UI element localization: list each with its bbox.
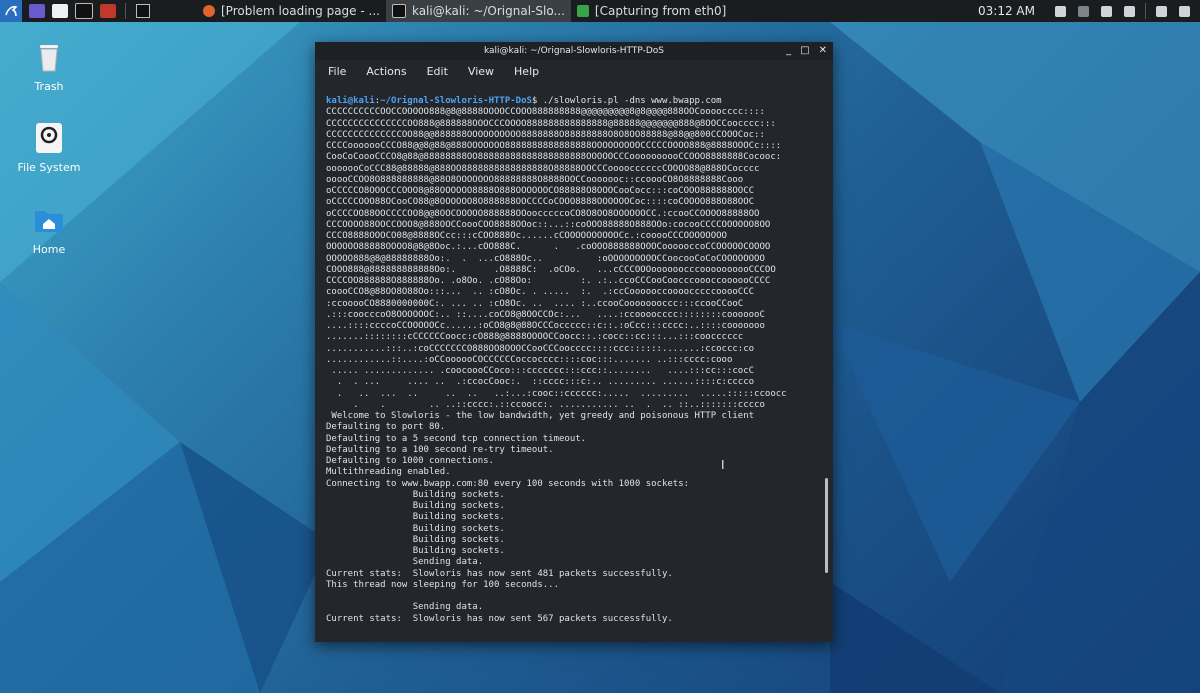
volume-icon[interactable] (1078, 5, 1089, 17)
desktop-icon-file-system[interactable]: File System (9, 121, 89, 174)
firefox-icon (203, 5, 215, 17)
close-icon[interactable]: ✕ (819, 42, 827, 60)
terminal-icon (391, 4, 406, 18)
window-title: kali@kali: ~/Orignal-Slowloris-HTTP-DoS (483, 46, 665, 56)
text-cursor-icon: I (721, 458, 725, 472)
terminal-window[interactable]: kali@kali: ~/Orignal-Slowloris-HTTP-DoS … (315, 42, 833, 642)
trash-icon (32, 40, 66, 74)
ascii-banner: CCCCCCCCCCOOCCOOOOO888@8@8888OOOOCCOOO88… (326, 107, 787, 410)
home-folder-icon (32, 203, 66, 237)
maximize-icon[interactable]: □ (800, 42, 809, 60)
kali-menu-icon[interactable] (0, 0, 22, 22)
terminal-output[interactable]: kali@kali:~/Orignal-Slowloris-HTTP-DoS$ … (315, 94, 823, 634)
lock-icon[interactable] (1156, 5, 1167, 17)
desktop-icon-label: File System (17, 161, 81, 174)
menu-actions[interactable]: Actions (366, 65, 406, 78)
command-text: ./slowloris.pl -dns www.bwapp.com (542, 96, 722, 106)
menu-bar: File Actions Edit View Help (315, 60, 833, 82)
panel-separator (125, 3, 126, 19)
desktop-icon-home[interactable]: Home (9, 203, 89, 256)
wireshark-icon (576, 5, 589, 17)
prompt-user: kali@kali (326, 96, 375, 106)
prompt-path: ~/Orignal-Slowloris-HTTP-DoS (380, 96, 532, 106)
display-icon[interactable] (1055, 5, 1066, 17)
taskbar-item-label: [Capturing from eth0] (594, 4, 727, 18)
menu-file[interactable]: File (328, 65, 346, 78)
clock[interactable]: 03:12 AM (978, 4, 1035, 18)
browser-launcher-icon[interactable] (100, 4, 116, 18)
top-panel: [Problem loading page - ... kali@kali: ~… (0, 0, 1200, 22)
hard-drive-icon (32, 121, 66, 155)
window-controls: _ □ ✕ (777, 42, 827, 60)
power-icon[interactable] (1179, 5, 1190, 17)
desktop-icon-trash[interactable]: Trash (9, 40, 89, 93)
menu-edit[interactable]: Edit (427, 65, 448, 78)
taskbar-item-label: [Problem loading page - ... (221, 4, 380, 18)
system-tray: 03:12 AM (978, 0, 1200, 22)
terminal-icon (136, 4, 150, 18)
menu-view[interactable]: View (468, 65, 494, 78)
notification-bell-icon[interactable] (1101, 5, 1112, 17)
program-output: Welcome to Slowloris - the low bandwidth… (326, 411, 755, 624)
minimize-icon[interactable]: _ (786, 42, 791, 60)
window-titlebar[interactable]: kali@kali: ~/Orignal-Slowloris-HTTP-DoS … (315, 42, 833, 60)
panel-separator (1145, 3, 1146, 19)
battery-icon[interactable] (1124, 5, 1135, 17)
taskbar-item-label: kali@kali: ~/Orignal-Slo... (411, 4, 565, 18)
scrollbar-thumb[interactable] (825, 478, 828, 573)
menu-help[interactable]: Help (514, 65, 539, 78)
taskbar-item-browser[interactable]: [Problem loading page - ... (197, 0, 386, 22)
terminal-text: kali@kali:~/Orignal-Slowloris-HTTP-DoS$ … (326, 96, 787, 624)
desktop-icon-label: Trash (34, 80, 64, 93)
taskbar-item-terminal[interactable]: kali@kali: ~/Orignal-Slo... (385, 0, 571, 22)
terminal-launcher-icon[interactable] (75, 3, 93, 19)
taskbar-item-wireshark[interactable]: [Capturing from eth0] (571, 0, 732, 22)
workspace-switcher-icon[interactable] (29, 4, 45, 18)
file-manager-launcher-icon[interactable] (52, 4, 68, 18)
taskbar-item-terminal-icon[interactable] (131, 0, 157, 22)
desktop-icon-label: Home (32, 243, 66, 256)
